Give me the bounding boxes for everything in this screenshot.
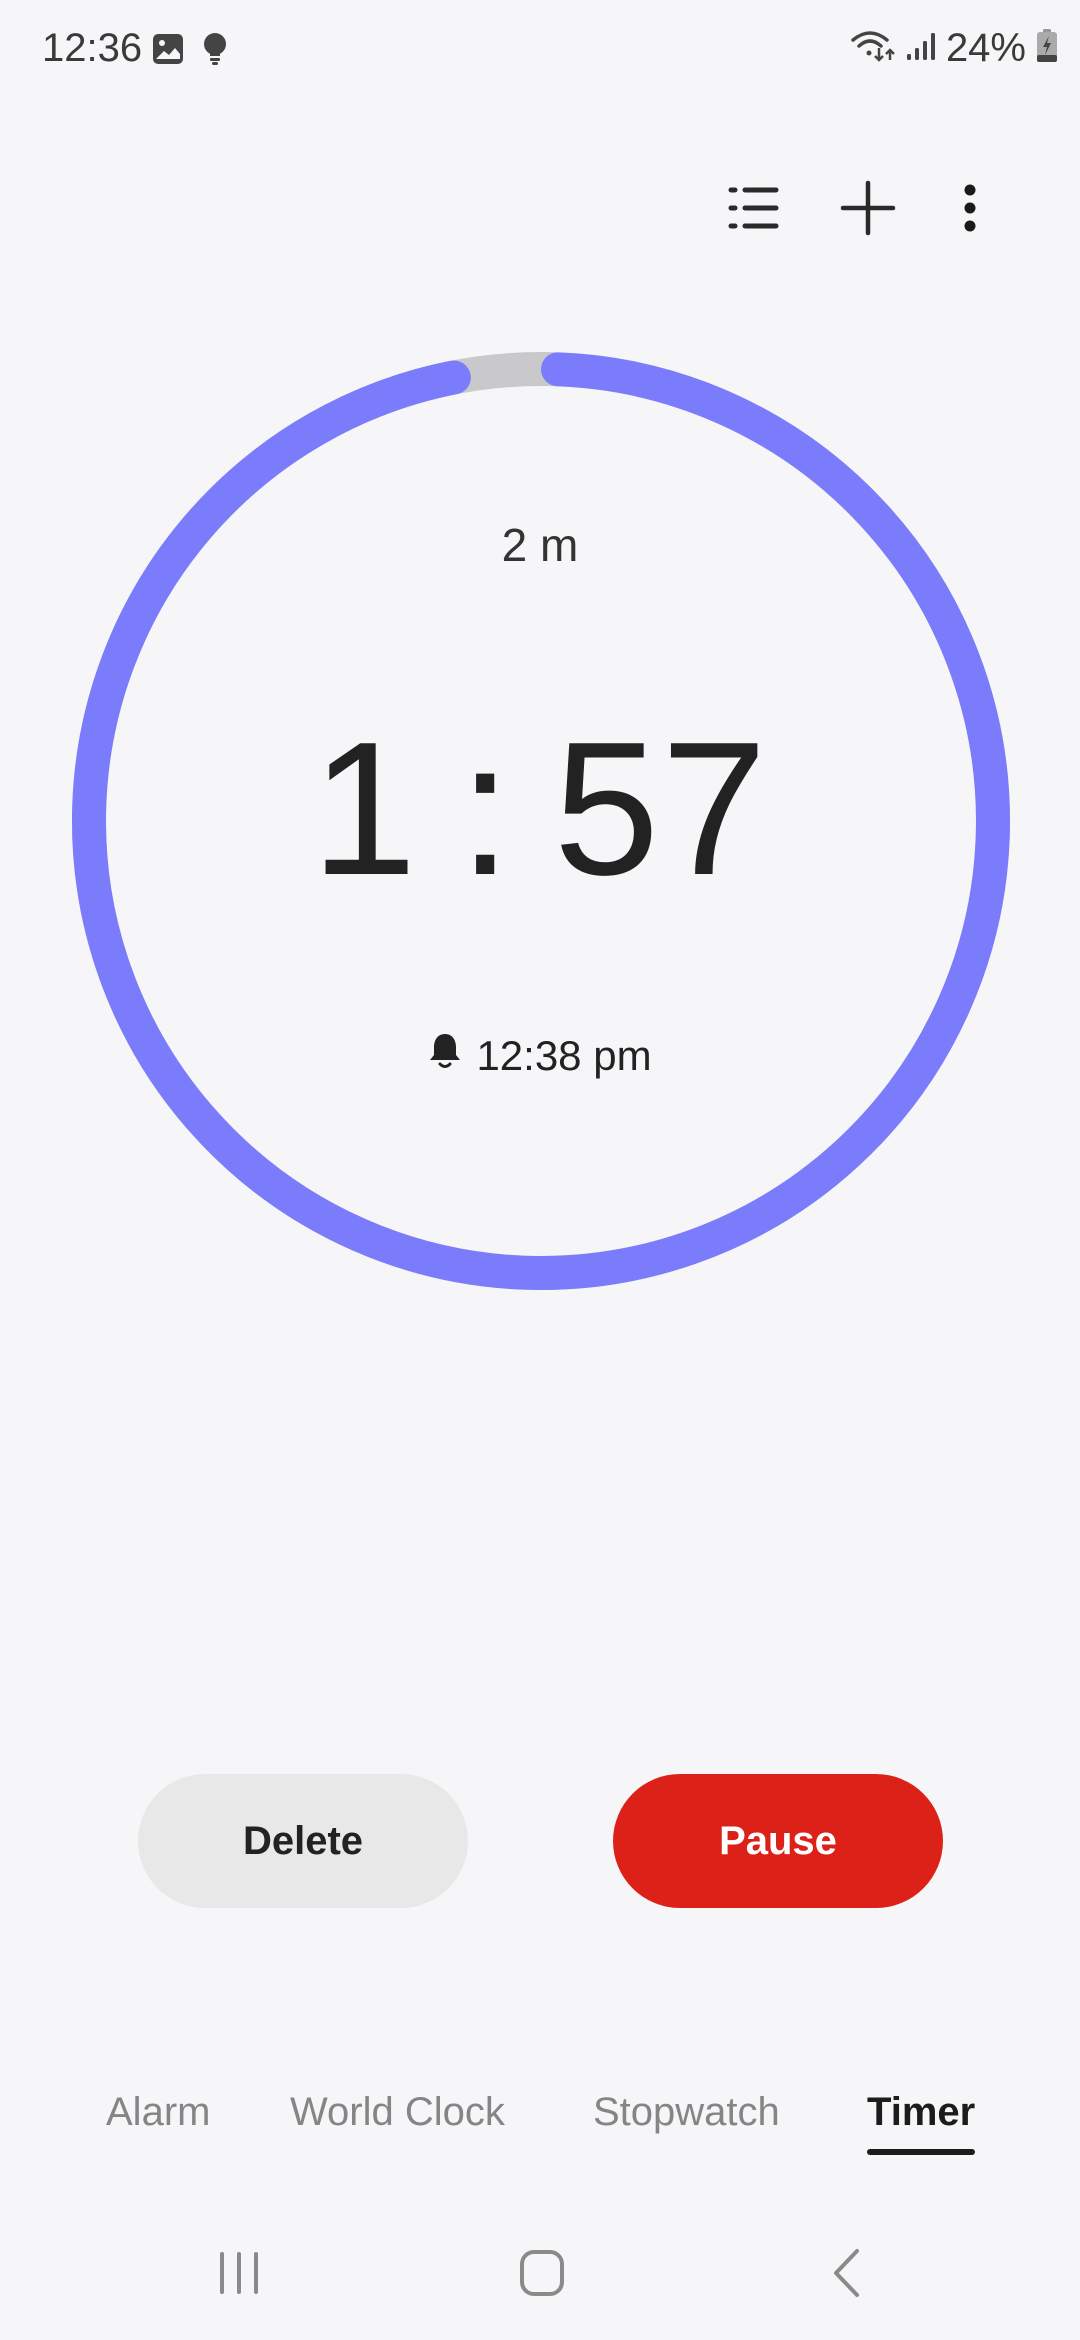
recent-apps-button[interactable] xyxy=(180,2230,300,2320)
tab-stopwatch[interactable]: Stopwatch xyxy=(593,2090,780,2135)
active-tab-indicator xyxy=(867,2149,976,2155)
end-time: 12:38 pm xyxy=(0,1032,1080,1080)
home-button[interactable] xyxy=(482,2230,602,2320)
remaining-time: 1:57 xyxy=(0,700,1080,918)
tab-alarm[interactable]: Alarm xyxy=(106,2090,210,2135)
tab-timer[interactable]: Timer xyxy=(867,2090,976,2155)
back-icon xyxy=(831,2248,861,2303)
end-time-text: 12:38 pm xyxy=(476,1032,652,1079)
bell-icon xyxy=(428,1032,462,1080)
pause-label: Pause xyxy=(719,1818,837,1863)
remaining-seconds: 57 xyxy=(553,703,769,915)
recent-apps-icon xyxy=(217,2250,263,2301)
delete-label: Delete xyxy=(242,1818,364,1863)
delete-button[interactable]: Delete xyxy=(138,1774,468,1908)
tab-world-clock[interactable]: World Clock xyxy=(290,2090,505,2135)
home-icon xyxy=(519,2249,565,2302)
navigation-bar xyxy=(0,2230,1080,2330)
set-duration-label: 2 m xyxy=(501,519,579,571)
remaining-minutes: 1 xyxy=(311,703,419,915)
back-button[interactable] xyxy=(786,2230,906,2320)
bottom-tabs: Alarm World Clock Stopwatch Timer xyxy=(0,2090,1080,2170)
time-separator: : xyxy=(458,703,514,915)
pause-button[interactable]: Pause xyxy=(613,1774,943,1908)
